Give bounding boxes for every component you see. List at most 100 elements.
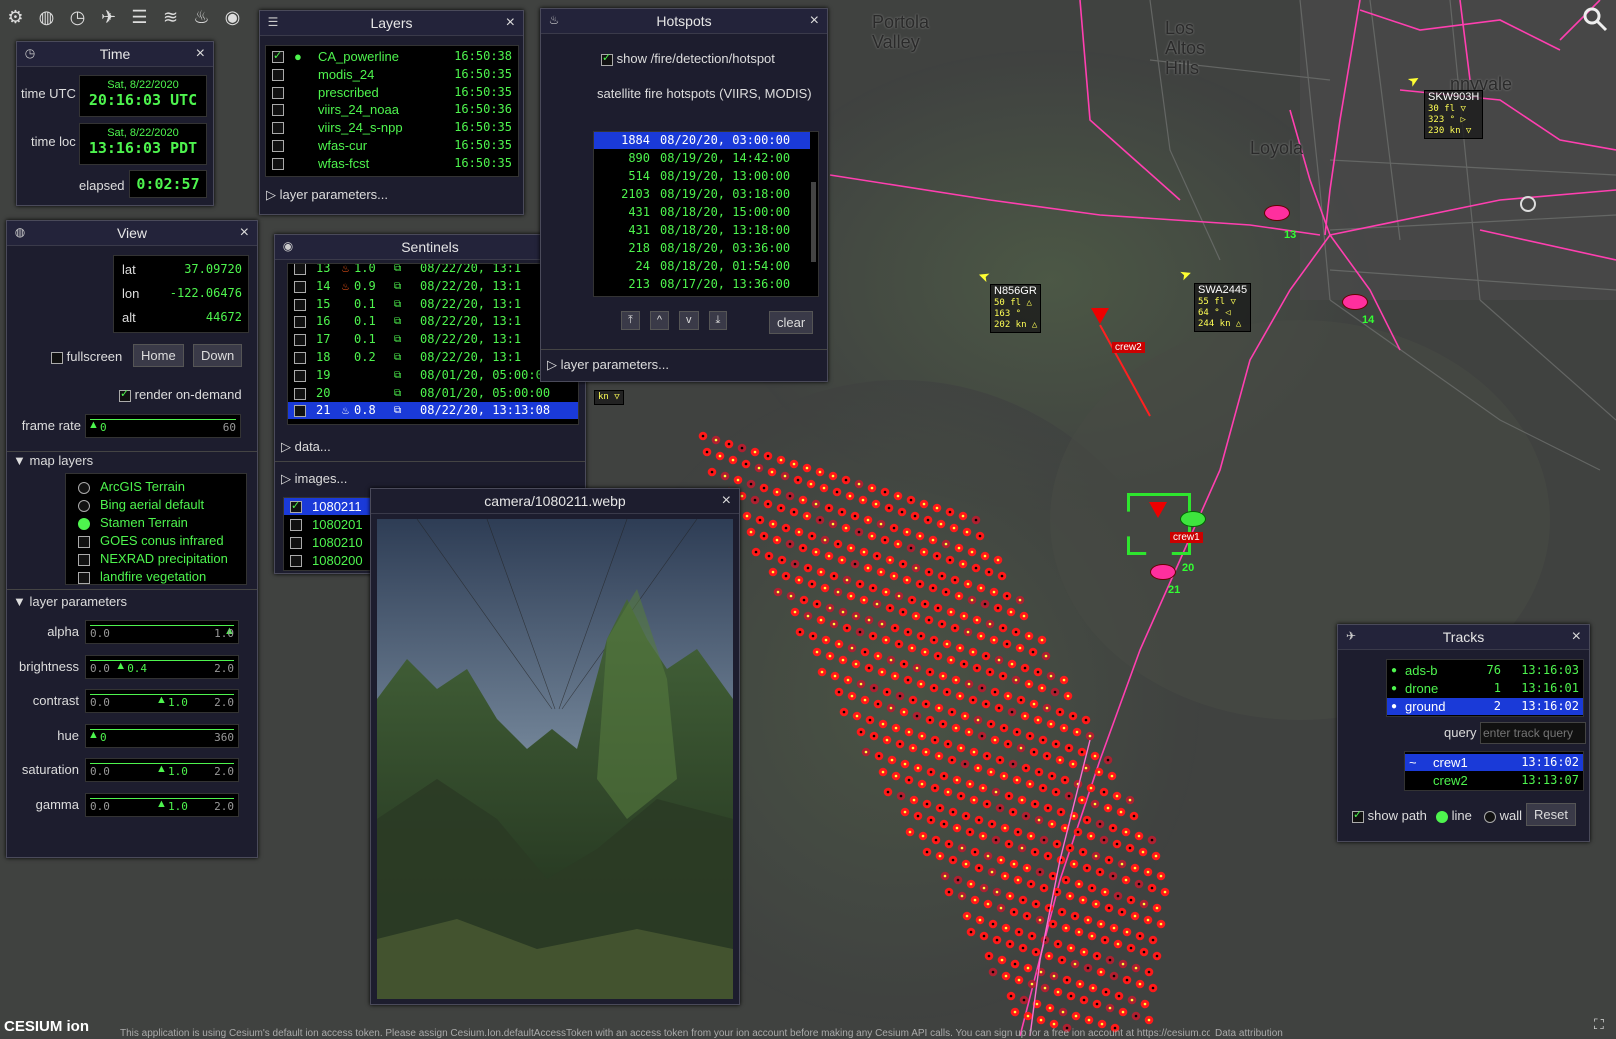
track-source-row[interactable]: ● ads-b 76 13:16:03 xyxy=(1387,662,1583,679)
close-icon[interactable]: × xyxy=(240,221,249,245)
hotspot-row[interactable]: 218 08/18/20, 03:36:00 xyxy=(594,240,810,257)
map-layer-item[interactable]: ArcGIS Terrain xyxy=(78,478,185,495)
layer-checkbox[interactable] xyxy=(272,86,284,99)
param-slider-brightness[interactable]: brightness 0.0 ▲ 0.4 2.0 xyxy=(7,654,257,679)
param-slider-contrast[interactable]: contrast 0.0 ▲ 1.0 2.0 xyxy=(7,689,257,713)
map-layer-checkbox[interactable] xyxy=(78,535,90,548)
sentinel-eye-icon[interactable] xyxy=(1150,564,1176,580)
track-label-partial[interactable]: kn ▽ xyxy=(594,390,624,405)
plane-icon[interactable]: ✈ xyxy=(93,0,124,34)
slider-thumb-icon[interactable]: ▲ xyxy=(88,729,99,741)
layer-parameters-section[interactable]: ▼ layer parameters xyxy=(13,594,127,609)
close-icon[interactable]: × xyxy=(722,489,731,513)
sentinel-data-toggle[interactable]: ▷ data... xyxy=(281,439,331,455)
close-icon[interactable]: × xyxy=(506,11,515,35)
layer-row[interactable]: wfas-cur 16:50:35 xyxy=(266,137,516,154)
param-track[interactable]: ▲ 0 360 xyxy=(85,723,239,748)
image-row[interactable]: 1080200 xyxy=(284,552,374,569)
param-slider-saturation[interactable]: saturation 0.0 ▲ 1.0 2.0 xyxy=(7,758,257,782)
layer-checkbox[interactable] xyxy=(272,48,284,65)
crew1-tag[interactable]: crew1 xyxy=(1170,532,1203,543)
sentinel-checkbox[interactable] xyxy=(294,316,306,329)
down-button[interactable]: Down xyxy=(193,344,243,367)
tracks-panel-header[interactable]: ✈ Tracks × xyxy=(1338,625,1589,650)
layer-checkbox[interactable] xyxy=(272,104,284,117)
param-slider-alpha[interactable]: alpha 0.0 ▲ 1.0 xyxy=(7,620,257,644)
aircraft-label[interactable]: N856GR 50 fl △ 163 ° 202 kn △ xyxy=(990,284,1042,333)
layer-checkbox[interactable] xyxy=(272,157,284,170)
close-icon[interactable]: × xyxy=(810,9,819,33)
line-radio[interactable] xyxy=(1436,810,1448,823)
hotspot-row[interactable]: 1884 08/20/20, 03:00:00 xyxy=(594,132,810,149)
sentinel-row[interactable]: 14 ♨ 0.9 ⧉ 08/22/20, 13:1 xyxy=(288,278,578,295)
map-layer-item[interactable]: Stamen Terrain xyxy=(78,514,188,531)
sentinel-row[interactable]: 20 ⧉ 08/01/20, 05:00:00 xyxy=(288,385,578,402)
fullscreen-icon[interactable]: ⛶ xyxy=(1594,1016,1610,1032)
param-slider-gamma[interactable]: gamma 0.0 ▲ 1.0 2.0 xyxy=(7,792,257,817)
track-source-row[interactable]: ● drone 1 13:16:01 xyxy=(1387,680,1583,697)
sentinel-row[interactable]: 18 0.2 ⧉ 08/22/20, 13:1 xyxy=(288,349,578,366)
home-button[interactable]: Home xyxy=(133,344,184,367)
hotspot-scrollbar[interactable] xyxy=(811,182,816,262)
sentinel-checkbox[interactable] xyxy=(294,405,306,418)
sentinel-eye-icon[interactable] xyxy=(1180,511,1206,527)
clear-button[interactable]: clear xyxy=(769,311,814,334)
hotspot-row[interactable]: 514 08/19/20, 13:00:00 xyxy=(594,168,810,185)
map-layer-item[interactable]: NEXRAD precipitation xyxy=(78,550,228,567)
close-icon[interactable]: × xyxy=(1572,625,1581,649)
hotspots-panel-header[interactable]: ♨ Hotspots × xyxy=(541,9,827,34)
sentinel-eye-icon[interactable] xyxy=(1342,294,1368,310)
clock-icon[interactable]: ◷ xyxy=(62,0,93,34)
show-hotspot-checkbox[interactable] xyxy=(601,51,613,66)
crew2-marker-icon[interactable] xyxy=(1091,308,1109,324)
reset-button[interactable]: Reset xyxy=(1526,803,1576,826)
sentinel-row[interactable]: 17 0.1 ⧉ 08/22/20, 13:1 xyxy=(288,331,578,348)
map-layer-item[interactable]: GOES conus infrared xyxy=(78,532,224,549)
image-checkbox[interactable] xyxy=(290,555,302,567)
hotspot-row[interactable]: 431 08/18/20, 13:18:00 xyxy=(594,222,810,239)
hotspot-row[interactable]: 24 08/18/20, 01:54:00 xyxy=(594,258,810,275)
track-row[interactable]: ~ crew1 13:16:02 xyxy=(1405,754,1583,771)
image-checkbox[interactable] xyxy=(290,498,302,515)
frame-rate-slider[interactable]: frame rate ▲ 0 60 xyxy=(7,414,257,438)
wind-icon[interactable]: ≋ xyxy=(155,0,186,34)
render-on-demand-toggle[interactable]: render on-demand xyxy=(119,387,242,402)
param-track[interactable]: 0.0 ▲ 0.4 2.0 xyxy=(85,654,239,679)
layer-row[interactable]: ● CA_powerline 16:50:38 xyxy=(266,48,516,65)
layers-icon[interactable]: ☰ xyxy=(124,0,155,34)
sentinel-checkbox[interactable] xyxy=(294,280,306,293)
map-layer-checkbox[interactable] xyxy=(78,571,90,584)
map-layers-section[interactable]: ▼ map layers xyxy=(13,453,93,468)
layers-params-toggle[interactable]: ▷ layer parameters... xyxy=(266,187,388,203)
layer-checkbox[interactable] xyxy=(272,122,284,135)
track-source-row[interactable]: ● ground 2 13:16:02 xyxy=(1387,698,1583,715)
track-row[interactable]: crew2 13:13:07 xyxy=(1405,772,1583,789)
map-layer-item[interactable]: landfire vegetation xyxy=(78,568,206,585)
image-row[interactable]: 1080201 xyxy=(284,516,374,533)
slider-thumb-icon[interactable]: ▲ xyxy=(156,798,167,810)
map-layer-checkbox[interactable] xyxy=(78,553,90,566)
last-button[interactable]: ⤓ xyxy=(708,311,728,330)
image-checkbox[interactable] xyxy=(290,519,302,531)
show-path-toggle[interactable]: show path xyxy=(1352,808,1427,823)
sentinel-eye-icon[interactable] xyxy=(1264,205,1290,221)
hotspot-row[interactable]: 431 08/18/20, 15:00:00 xyxy=(594,204,810,221)
param-track[interactable]: 0.0 ▲ 1.0 2.0 xyxy=(85,792,239,817)
layers-panel-header[interactable]: ☰ Layers × xyxy=(260,11,523,36)
image-checkbox[interactable] xyxy=(290,537,302,549)
show-path-checkbox[interactable] xyxy=(1352,808,1364,823)
sentinel-checkbox[interactable] xyxy=(294,369,306,382)
layer-row[interactable]: viirs_24_noaa 16:50:36 xyxy=(266,101,516,118)
param-slider-hue[interactable]: hue ▲ 0 360 xyxy=(7,723,257,748)
sentinel-row[interactable]: 21 ♨ 0.8 ⧉ 08/22/20, 13:13:08 xyxy=(288,402,578,420)
fire-icon[interactable]: ♨ xyxy=(186,0,217,34)
data-attribution-link[interactable]: Data attribution xyxy=(1215,1028,1283,1039)
search-icon[interactable] xyxy=(1582,6,1610,34)
gear-icon[interactable]: ⚙ xyxy=(0,0,31,34)
time-panel-header[interactable]: ◷ Time × xyxy=(17,42,213,67)
track-query-input[interactable] xyxy=(1480,722,1586,744)
sentinel-row[interactable]: 13 ♨ 1.0 ⧉ 08/22/20, 13:1 xyxy=(288,264,578,277)
crew1-marker-icon[interactable] xyxy=(1149,502,1167,518)
globe-icon[interactable]: ◍ xyxy=(31,0,62,34)
frame-rate-track[interactable]: ▲ 0 60 xyxy=(85,414,241,438)
